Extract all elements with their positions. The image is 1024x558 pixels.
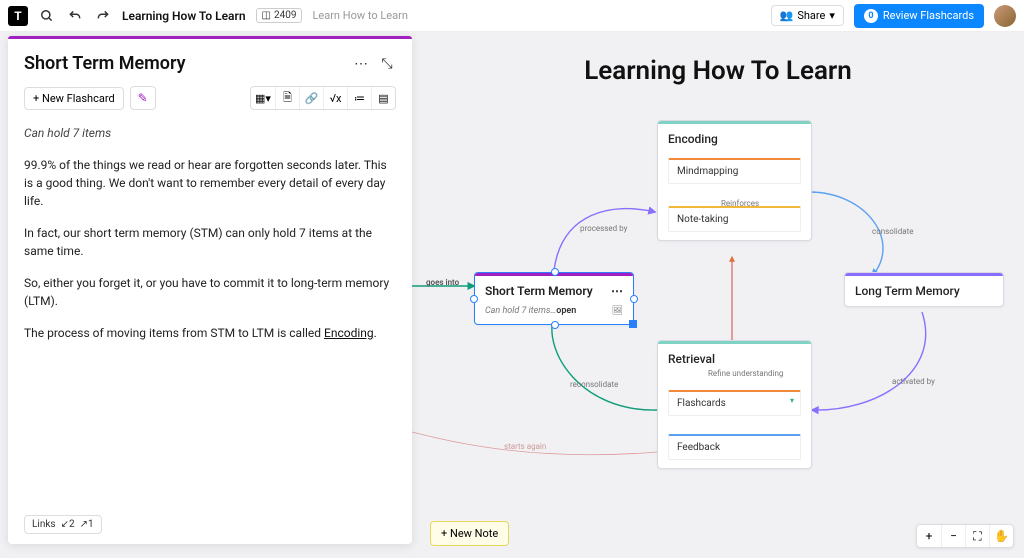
node-encoding[interactable]: Encoding Mindmapping Reinforces Note-tak… — [657, 120, 812, 241]
subnode-mindmapping[interactable]: Mindmapping — [668, 158, 801, 184]
new-note-button[interactable]: + New Note — [430, 521, 509, 546]
card-menu-icon[interactable]: ⋯ — [611, 284, 623, 298]
link-icon[interactable]: 🔗 — [299, 87, 323, 109]
panel-menu-icon[interactable]: ⋯ — [352, 55, 370, 73]
edge-label-goes-into: goes into — [426, 278, 459, 287]
resize-handle[interactable] — [551, 321, 559, 329]
resize-handle[interactable] — [629, 320, 637, 328]
breadcrumb[interactable]: Learn How to Learn — [312, 9, 407, 22]
subnode-notetaking[interactable]: Note-taking — [668, 206, 801, 232]
edge-label-starts-again: starts again — [504, 442, 546, 451]
card-title: Encoding — [658, 124, 811, 154]
edge-label-reinforces: Reinforces — [721, 199, 759, 208]
search-icon[interactable] — [38, 7, 56, 25]
word-counter[interactable]: ◫2409 — [256, 8, 303, 23]
card-subtitle: Can hold 7 items… — [485, 306, 556, 316]
card-open-link[interactable]: open — [556, 306, 576, 316]
review-badge: 0 — [864, 9, 878, 23]
note-paragraph: The process of moving items from STM to … — [24, 324, 396, 342]
zoom-fit-icon[interactable]: ⛶ — [965, 525, 989, 547]
redo-icon[interactable] — [94, 7, 112, 25]
resize-handle[interactable] — [551, 268, 559, 276]
resize-handle[interactable] — [470, 295, 478, 303]
magic-wand-icon[interactable]: ✎ — [130, 86, 156, 110]
edge-label-processed-by: processed by — [580, 224, 627, 233]
pan-hand-icon[interactable]: ✋ — [989, 525, 1013, 547]
note-paragraph: In fact, our short term memory (STM) can… — [24, 224, 396, 260]
panel-title[interactable]: Short Term Memory — [24, 53, 344, 74]
edge-label-reconsolidate: reconsolidate — [570, 380, 618, 389]
note-paragraph: So, either you forget it, or you have to… — [24, 274, 396, 310]
note-paragraph: 99.9% of the things we read or hear are … — [24, 156, 396, 210]
edge-label-activated-by: activated by — [892, 377, 935, 386]
avatar[interactable] — [994, 5, 1016, 27]
internal-link[interactable]: Encoding — [324, 326, 374, 340]
new-flashcard-button[interactable]: + New Flashcard — [24, 87, 124, 110]
formula-icon[interactable]: √x — [323, 87, 347, 109]
list-icon[interactable]: ≔ — [347, 87, 371, 109]
resize-handle[interactable] — [630, 295, 638, 303]
image-icon[interactable]: 🖼 — [612, 306, 623, 316]
subnode-flashcards[interactable]: Flashcards ▾ — [668, 390, 801, 416]
table-icon[interactable]: ▤ — [371, 87, 395, 109]
card-title: Long Term Memory — [845, 276, 1003, 306]
card-subtitle: Refine understanding — [708, 369, 783, 378]
node-retrieval[interactable]: Retrieval Refine understanding Flashcard… — [657, 340, 812, 469]
share-button[interactable]: 👥Share▾ — [771, 5, 844, 26]
links-pill[interactable]: Links ↙2 ↗1 — [24, 515, 102, 534]
graph-canvas[interactable]: Learning How To Learn Encoding Mindmappi… — [412, 32, 1024, 558]
links-in-icon: ↙2 — [61, 519, 75, 530]
doc-title[interactable]: Learning How To Learn — [122, 9, 246, 23]
editor-toolbar: ▦▾ 🗎 🔗 √x ≔ ▤ — [250, 86, 396, 110]
app-logo[interactable]: T — [8, 6, 28, 26]
note-panel: Short Term Memory ⋯ ⤡ + New Flashcard ✎ … — [8, 36, 412, 544]
links-out-icon: ↗1 — [80, 519, 94, 530]
dropdown-icon[interactable]: ▾ — [790, 396, 794, 405]
zoom-in-icon[interactable]: + — [917, 525, 941, 547]
zoom-out-icon[interactable]: − — [941, 525, 965, 547]
document-icon[interactable]: 🗎 — [275, 87, 299, 109]
card-title: Short Term Memory — [485, 284, 593, 298]
zoom-controls: + − ⛶ ✋ — [916, 524, 1014, 548]
canvas-title: Learning How To Learn — [584, 56, 852, 86]
subnode-feedback[interactable]: Feedback — [668, 434, 801, 460]
node-long-term-memory[interactable]: Long Term Memory — [844, 272, 1004, 307]
review-flashcards-button[interactable]: 0Review Flashcards — [854, 4, 984, 28]
collapse-icon[interactable]: ⤡ — [378, 55, 396, 73]
undo-icon[interactable] — [66, 7, 84, 25]
add-block-icon[interactable]: ▦▾ — [251, 87, 275, 109]
node-short-term-memory[interactable]: Short Term Memory ⋯ Can hold 7 items… op… — [474, 272, 634, 325]
edge-label-consolidate: consolidate — [872, 227, 913, 236]
note-body[interactable]: Can hold 7 items 99.9% of the things we … — [8, 120, 412, 502]
topbar: T Learning How To Learn ◫2409 Learn How … — [0, 0, 1024, 32]
note-subtitle: Can hold 7 items — [24, 124, 396, 142]
